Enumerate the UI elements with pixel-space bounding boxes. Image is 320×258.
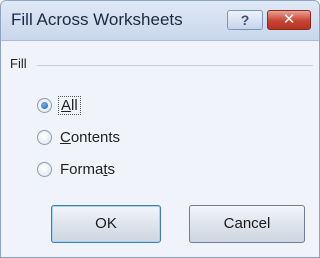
close-icon: ✕ [282,11,296,28]
close-button[interactable]: ✕ [267,10,311,30]
help-icon: ? [240,12,250,28]
radio-all-button[interactable] [37,97,52,113]
fill-across-worksheets-dialog: Fill Across Worksheets ? ✕ Fill All Cont… [0,0,320,258]
radio-all-label[interactable]: All [58,95,81,115]
radio-contents[interactable]: Contents [37,126,120,148]
dialog-title: Fill Across Worksheets [11,10,183,29]
ok-button[interactable]: OK [51,205,161,243]
radio-contents-button[interactable] [37,129,52,145]
cancel-button[interactable]: Cancel [189,205,305,243]
title-bar[interactable]: Fill Across Worksheets ? ✕ [1,1,319,41]
radio-contents-label[interactable]: Contents [60,129,120,146]
group-divider [37,65,313,66]
radio-formats-button[interactable] [37,161,52,177]
fill-group-label: Fill [10,56,27,71]
radio-all[interactable]: All [37,94,81,116]
radio-formats-label[interactable]: Formats [60,161,115,178]
help-button[interactable]: ? [227,10,263,30]
radio-formats[interactable]: Formats [37,158,115,180]
